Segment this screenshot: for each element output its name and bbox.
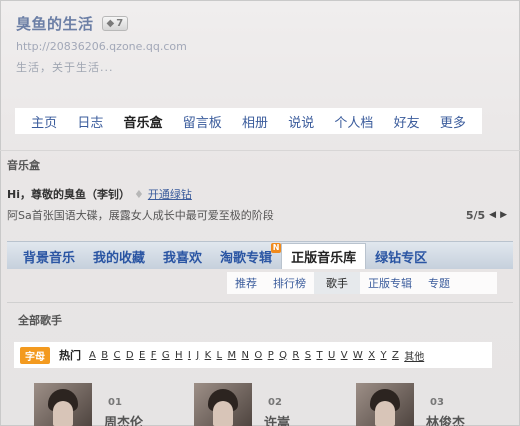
- nav-item-guestbook[interactable]: 留言板: [183, 112, 222, 131]
- singer-name[interactable]: 许嵩: [264, 412, 290, 426]
- singer-name[interactable]: 周杰伦: [104, 412, 143, 426]
- alpha-letter-y[interactable]: Y: [380, 350, 386, 361]
- nav-item-shuoshuo[interactable]: 说说: [288, 112, 314, 131]
- nav-item-profile[interactable]: 个人档: [334, 112, 373, 131]
- news-text[interactable]: 阿Sa首张国语大碟，展露女人成长中最可爱至极的阶段: [7, 207, 274, 223]
- tab-i-like[interactable]: 我喜欢: [154, 243, 211, 269]
- singer-photo[interactable]: [194, 383, 252, 426]
- alpha-tag: 字母: [20, 346, 50, 364]
- alpha-hot[interactable]: 热门: [59, 347, 81, 363]
- alpha-letter-c[interactable]: C: [114, 350, 121, 361]
- alpha-letter-j[interactable]: J: [196, 350, 199, 361]
- tab-background-music[interactable]: 背景音乐: [14, 243, 84, 269]
- prev-arrow-icon[interactable]: ◀: [489, 210, 496, 220]
- nav-item-friends[interactable]: 好友: [394, 112, 420, 131]
- next-arrow-icon[interactable]: ▶: [500, 210, 507, 220]
- alpha-letter-q[interactable]: Q: [279, 350, 287, 361]
- alpha-letter-t[interactable]: T: [316, 350, 322, 361]
- alpha-letter-s[interactable]: S: [305, 350, 311, 361]
- main-nav: 主页 日志 音乐盒 留言板 相册 说说 个人档 好友 更多: [15, 108, 482, 134]
- vip-level: 7: [116, 17, 124, 29]
- music-tabbar: 背景音乐 我的收藏 我喜欢 淘歌专辑 N 正版音乐库 绿钻专区: [7, 241, 513, 269]
- alpha-letter-r[interactable]: R: [292, 350, 299, 361]
- singer-rank: 01: [108, 397, 122, 408]
- tab-licensed-library[interactable]: 正版音乐库: [281, 243, 367, 269]
- singer-cards: 01 周杰伦 02 许嵩 03 林俊杰: [0, 383, 520, 426]
- tab-green-diamond-zone[interactable]: 绿钻专区: [366, 243, 436, 269]
- alpha-letter-x[interactable]: X: [368, 350, 375, 361]
- greeting-text: Hi，尊敬的臭鱼（李钊）: [7, 188, 130, 201]
- subnav-singers[interactable]: 歌手: [314, 272, 360, 294]
- alpha-letter-l[interactable]: L: [217, 350, 223, 361]
- nav-item-album[interactable]: 相册: [242, 112, 268, 131]
- vip-badge[interactable]: ◆ 7: [101, 15, 129, 31]
- motto: 生活，关于生活...: [16, 61, 114, 74]
- alphabet-filter: 字母 热门 A B C D E F G H I J K L M N O P Q …: [14, 342, 492, 368]
- subnav-topics[interactable]: 专题: [420, 275, 458, 291]
- singers-title: 全部歌手: [7, 302, 513, 330]
- green-diamond-icon: ♦: [133, 187, 144, 201]
- alpha-letter-m[interactable]: M: [228, 350, 237, 361]
- subnav-albums[interactable]: 正版专辑: [360, 275, 420, 291]
- profile-header: 臭鱼的生活 ◆ 7 http://20836206.qzone.qq.com 生…: [16, 12, 506, 75]
- alpha-letter-a[interactable]: A: [89, 350, 96, 361]
- news-row: 阿Sa首张国语大碟，展露女人成长中最可爱至极的阶段 5/5 ◀ ▶: [7, 206, 507, 224]
- greeting-row: Hi，尊敬的臭鱼（李钊） ♦ 开通绿钻: [7, 185, 192, 203]
- alpha-letter-o[interactable]: O: [254, 350, 262, 361]
- singer-card[interactable]: 01 周杰伦: [34, 383, 174, 426]
- singer-photo[interactable]: [34, 383, 92, 426]
- alpha-other[interactable]: 其他: [404, 348, 424, 363]
- upgrade-link[interactable]: 开通绿钻: [148, 186, 192, 202]
- singer-rank: 03: [430, 397, 444, 408]
- space-url[interactable]: http://20836206.qzone.qq.com: [16, 40, 506, 53]
- library-subnav: 推荐 排行榜 歌手 正版专辑 专题: [227, 272, 497, 294]
- singer-card[interactable]: 03 林俊杰: [356, 383, 496, 426]
- alpha-letter-e[interactable]: E: [139, 350, 145, 361]
- alpha-letter-v[interactable]: V: [341, 350, 348, 361]
- news-pager: 5/5 ◀ ▶: [466, 209, 507, 222]
- alpha-letter-h[interactable]: H: [175, 350, 183, 361]
- singer-card[interactable]: 02 许嵩: [194, 383, 334, 426]
- tab-song-albums[interactable]: 淘歌专辑 N: [211, 243, 282, 269]
- nav-item-home[interactable]: 主页: [31, 112, 57, 131]
- new-badge-icon: N: [271, 243, 282, 253]
- diamond-icon: ◆: [106, 17, 115, 29]
- tab-my-favorites[interactable]: 我的收藏: [84, 243, 154, 269]
- alpha-letter-n[interactable]: N: [242, 350, 249, 361]
- alpha-letter-k[interactable]: K: [205, 350, 212, 361]
- subnav-charts[interactable]: 排行榜: [265, 275, 314, 291]
- nav-item-blog[interactable]: 日志: [77, 112, 103, 131]
- singer-name[interactable]: 林俊杰: [426, 412, 465, 426]
- alpha-letter-d[interactable]: D: [126, 350, 134, 361]
- nav-item-musicbox[interactable]: 音乐盒: [124, 112, 163, 131]
- subnav-recommend[interactable]: 推荐: [227, 275, 265, 291]
- alpha-letter-i[interactable]: I: [188, 350, 191, 361]
- alpha-letter-b[interactable]: B: [101, 350, 108, 361]
- site-title[interactable]: 臭鱼的生活: [16, 13, 94, 34]
- singer-rank: 02: [268, 397, 282, 408]
- section-title: 音乐盒: [0, 150, 520, 176]
- alpha-letter-u[interactable]: U: [328, 350, 335, 361]
- nav-item-more[interactable]: 更多: [440, 112, 466, 131]
- alpha-letter-z[interactable]: Z: [392, 350, 399, 361]
- singer-photo[interactable]: [356, 383, 414, 426]
- tab-song-albums-label: 淘歌专辑: [220, 250, 273, 266]
- pager-count: 5/5: [465, 208, 486, 222]
- alpha-letter-p[interactable]: P: [268, 350, 274, 361]
- alpha-letter-f[interactable]: F: [151, 350, 157, 361]
- alpha-letter-g[interactable]: G: [162, 350, 170, 361]
- alpha-letter-w[interactable]: W: [353, 350, 363, 361]
